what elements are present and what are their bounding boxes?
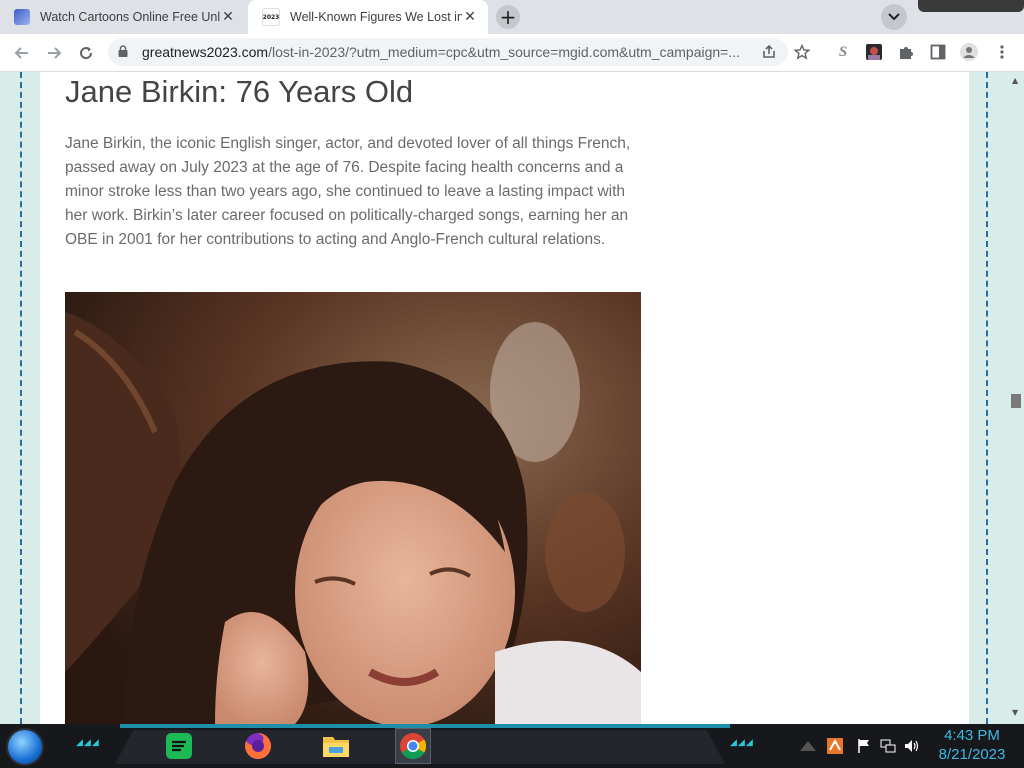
file-explorer-taskbar-button[interactable] bbox=[318, 728, 354, 764]
close-icon[interactable]: ✕ bbox=[462, 9, 478, 25]
forward-button[interactable] bbox=[42, 41, 66, 65]
reload-icon bbox=[80, 47, 93, 60]
volume-icon[interactable] bbox=[904, 738, 920, 754]
keyboard-layout-icon[interactable] bbox=[800, 738, 816, 754]
file-explorer-icon bbox=[323, 737, 349, 757]
firefox-taskbar-button[interactable] bbox=[240, 728, 276, 764]
firefox-icon bbox=[245, 733, 271, 759]
taskbar-clock[interactable]: 4:43 PM 8/21/2023 bbox=[932, 727, 1012, 765]
network-icon[interactable] bbox=[880, 738, 896, 754]
lock-icon bbox=[118, 45, 128, 57]
portrait-image bbox=[65, 292, 641, 724]
forward-arrow-icon bbox=[48, 47, 62, 59]
scrollbar-thumb[interactable] bbox=[1011, 394, 1021, 408]
window-controls[interactable] bbox=[918, 0, 1024, 12]
chrome-icon bbox=[400, 733, 427, 760]
new-tab-button[interactable]: + bbox=[496, 5, 520, 29]
browser-toolbar: greatnews2023.com/lost-in-2023/?utm_medi… bbox=[0, 34, 1024, 72]
app-tray-icon[interactable] bbox=[827, 738, 843, 754]
tab-well-known-figures[interactable]: 2023 Well-Known Figures We Lost in 2 ✕ bbox=[248, 0, 488, 34]
article-heading: Jane Birkin: 76 Years Old bbox=[65, 74, 414, 109]
profile-extension-icon[interactable] bbox=[865, 43, 883, 61]
web-page: Jane Birkin: 76 Years Old Jane Birkin, t… bbox=[0, 72, 1024, 724]
portrait-photo bbox=[65, 292, 641, 724]
profile-avatar-icon[interactable] bbox=[960, 43, 978, 61]
back-button[interactable] bbox=[10, 41, 34, 65]
2023-favicon-icon: 2023 bbox=[262, 8, 280, 26]
tab-title: Well-Known Figures We Lost in 2 bbox=[290, 10, 462, 24]
bookmark-star-icon[interactable] bbox=[793, 43, 811, 61]
s-extension-icon[interactable]: S bbox=[834, 43, 852, 61]
spotify-taskbar-button[interactable] bbox=[161, 728, 197, 764]
tab-strip: Watch Cartoons Online Free Unli ✕ 2023 W… bbox=[0, 0, 1024, 34]
scroll-down-arrow-icon[interactable]: ▼ bbox=[1012, 708, 1018, 717]
tab-watch-cartoons[interactable]: Watch Cartoons Online Free Unli ✕ bbox=[0, 0, 246, 34]
tab-search-button[interactable] bbox=[881, 4, 907, 30]
share-icon[interactable] bbox=[760, 43, 778, 61]
url-host: greatnews2023.com bbox=[142, 44, 269, 60]
reload-button[interactable] bbox=[74, 41, 98, 65]
deco-arrows-icon: ◢◢◢ bbox=[76, 738, 100, 748]
address-bar[interactable]: greatnews2023.com/lost-in-2023/?utm_medi… bbox=[108, 38, 788, 66]
close-icon[interactable]: ✕ bbox=[220, 9, 236, 25]
puzzle-extensions-icon[interactable] bbox=[897, 43, 915, 61]
chrome-taskbar-button[interactable] bbox=[395, 728, 431, 764]
back-arrow-icon bbox=[14, 47, 28, 59]
url-path: /lost-in-2023/?utm_medium=cpc&utm_source… bbox=[268, 44, 741, 60]
clock-date: 8/21/2023 bbox=[938, 746, 1006, 763]
action-center-flag-icon[interactable] bbox=[856, 738, 872, 754]
scroll-up-arrow-icon[interactable]: ▲ bbox=[1012, 76, 1018, 85]
page-border-left bbox=[20, 72, 22, 724]
tab-title: Watch Cartoons Online Free Unli bbox=[40, 10, 220, 24]
chevron-down-icon bbox=[888, 13, 900, 21]
taskbar: ◢◢◢ ◢◢◢ 4:43 PM 8/21/2023 bbox=[0, 724, 1024, 768]
deco-arrows-icon: ◢◢◢ bbox=[730, 738, 754, 748]
side-panel-icon[interactable] bbox=[929, 43, 947, 61]
start-button[interactable] bbox=[8, 730, 42, 764]
url-text: greatnews2023.com/lost-in-2023/?utm_medi… bbox=[142, 44, 742, 60]
spotify-icon bbox=[166, 733, 192, 759]
article-paragraph: Jane Birkin, the iconic English singer, … bbox=[65, 135, 631, 248]
clock-time: 4:43 PM bbox=[944, 727, 1000, 744]
cartoon-site-favicon-icon bbox=[14, 9, 30, 25]
page-scrollbar[interactable]: ▲ ▼ bbox=[1008, 72, 1024, 724]
page-border-right bbox=[986, 72, 988, 724]
more-menu-icon[interactable] bbox=[993, 43, 1011, 61]
article-container: Jane Birkin: 76 Years Old Jane Birkin, t… bbox=[40, 72, 969, 724]
